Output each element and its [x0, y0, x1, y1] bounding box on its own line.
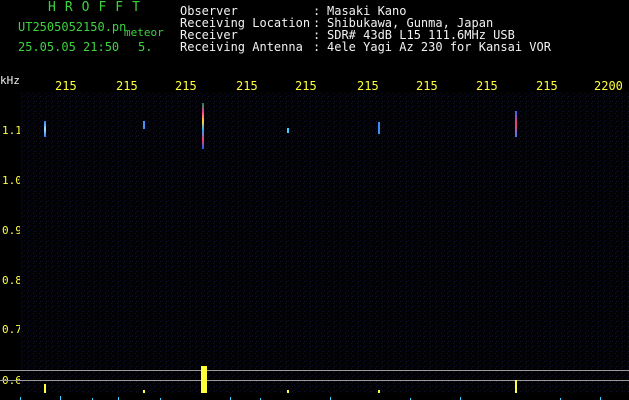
- meteor-count: 5.: [138, 40, 153, 54]
- x-tick: 215: [116, 79, 138, 93]
- y-tick: 0.8: [2, 274, 22, 287]
- antenna-colon: :: [313, 40, 321, 54]
- x-tick: 215: [236, 79, 258, 93]
- spectrogram-plot: [20, 92, 629, 400]
- x-tick: 215: [295, 79, 317, 93]
- meteor-echo: [287, 128, 289, 133]
- meteor-echo: [202, 103, 204, 149]
- y-tick: 0.9: [2, 224, 22, 237]
- baseline-noise: [0, 393, 629, 400]
- x-tick: 215: [175, 79, 197, 93]
- app-brand: HROFFT: [48, 0, 149, 15]
- x-tick: 215: [536, 79, 558, 93]
- y-unit-label: kHz: [0, 74, 20, 87]
- y-tick: 1.1: [2, 124, 22, 137]
- spectrogram-noise: [20, 92, 629, 400]
- y-tick: 1.0: [2, 174, 22, 187]
- x-tick: 2200: [594, 79, 623, 93]
- spectrogram-window: HROFFT UT2505052150.pn meteor 25.05.05 2…: [0, 0, 629, 400]
- datetime-label: 25.05.05 21:50: [18, 40, 120, 54]
- x-tick: 215: [55, 79, 77, 93]
- meteor-echo: [515, 111, 517, 137]
- filename-label: UT2505052150.pn: [18, 20, 127, 34]
- meteor-echo: [143, 121, 145, 129]
- meteor-echo: [44, 121, 46, 137]
- x-tick: 215: [357, 79, 379, 93]
- y-tick: 0.7: [2, 323, 22, 336]
- x-tick: 215: [416, 79, 438, 93]
- reference-line: [0, 370, 629, 371]
- x-tick: 215: [476, 79, 498, 93]
- antenna-label: Receiving Antenna: [180, 40, 303, 54]
- meteor-tag-label: meteor: [124, 26, 164, 39]
- meteor-echo: [378, 122, 380, 134]
- antenna-value: 4ele Yagi Az 230 for Kansai VOR: [327, 40, 551, 54]
- reference-line: [0, 380, 629, 381]
